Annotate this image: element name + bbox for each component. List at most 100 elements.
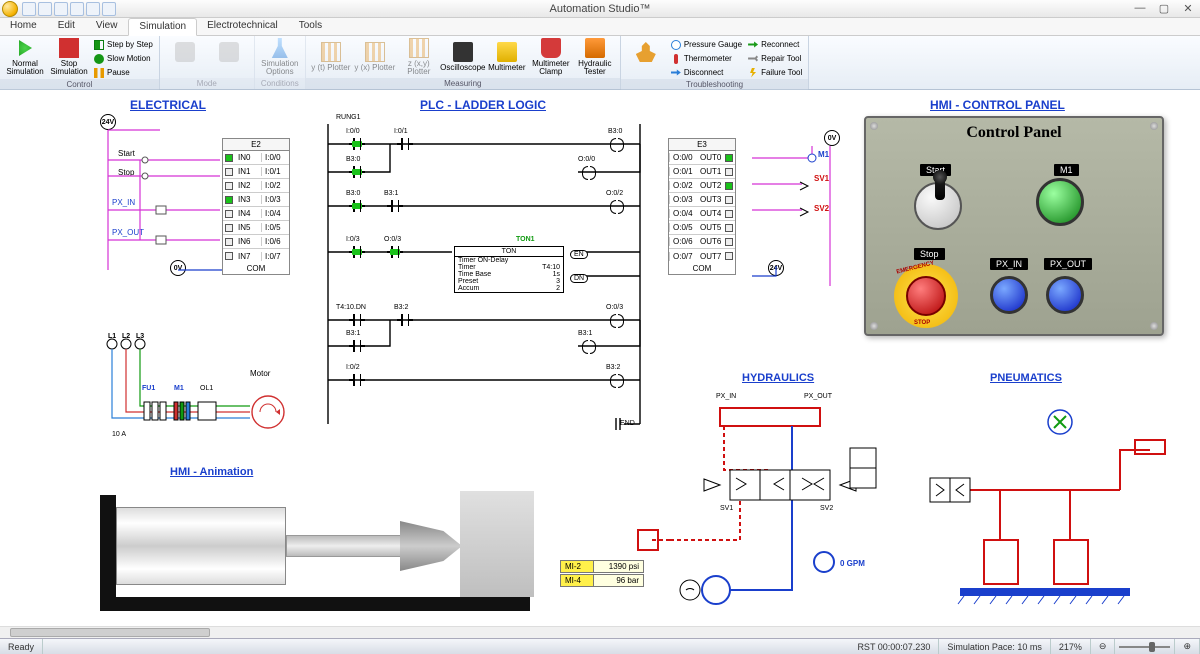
close-button[interactable]: ✕	[1176, 2, 1200, 15]
multimeter-clamp-button[interactable]: Multimeter Clamp	[530, 37, 572, 77]
step-by-step-button[interactable]: Step by Step	[92, 38, 155, 51]
qat-button[interactable]	[70, 2, 84, 16]
io-row[interactable]: IN4I:0/4	[223, 207, 289, 221]
multimeter-button[interactable]: Multimeter	[486, 37, 528, 77]
slow-motion-button[interactable]: Slow Motion	[92, 52, 155, 65]
ladder-coil[interactable]	[582, 340, 596, 352]
io-row[interactable]: IN2I:0/2	[223, 179, 289, 193]
io-row[interactable]: O:0/5OUT5	[669, 221, 735, 235]
troubleshoot-user-button[interactable]	[625, 37, 667, 77]
io-row[interactable]: IN1I:0/1	[223, 165, 289, 179]
minimize-button[interactable]: —	[1128, 2, 1152, 15]
qat-button[interactable]	[38, 2, 52, 16]
maximize-button[interactable]: ▢	[1152, 2, 1176, 15]
ladder-contact[interactable]	[350, 246, 364, 258]
tab-view[interactable]: View	[86, 18, 129, 35]
ladder-coil[interactable]	[582, 166, 596, 178]
ladder-coil[interactable]	[610, 374, 624, 386]
io-row[interactable]: IN5I:0/5	[223, 221, 289, 235]
normal-simulation-button[interactable]: Normal Simulation	[4, 37, 46, 77]
io-addr: O:0/5	[669, 223, 697, 232]
zoom-slider[interactable]	[1115, 639, 1175, 654]
horizontal-scrollbar[interactable]	[0, 626, 1200, 638]
tab-edit[interactable]: Edit	[48, 18, 86, 35]
io-row[interactable]: O:0/6OUT6	[669, 235, 735, 249]
io-row[interactable]: O:0/1OUT1	[669, 165, 735, 179]
ribbon-group-troubleshooting: Pressure Gauge Thermometer Disconnect Re…	[621, 36, 809, 89]
ladder-label: O:0/3	[384, 236, 401, 243]
tab-simulation[interactable]: Simulation	[128, 18, 197, 36]
ladder-contact[interactable]	[350, 166, 364, 178]
hmi-start-toggle[interactable]	[914, 182, 962, 230]
hydraulic-tester-button[interactable]: Hydraulic Tester	[574, 37, 616, 77]
thermometer-button[interactable]: Thermometer	[669, 52, 744, 65]
hmi-lamp-m1	[1036, 178, 1084, 226]
oscilloscope-button[interactable]: Oscilloscope	[442, 37, 484, 77]
io-row[interactable]: IN0I:0/0	[223, 151, 289, 165]
stop-simulation-button[interactable]: Stop Simulation	[48, 37, 90, 77]
pressure-gauge-button[interactable]: Pressure Gauge	[669, 38, 744, 51]
ladder-coil[interactable]	[610, 200, 624, 212]
disconnect-button[interactable]: Disconnect	[669, 66, 744, 79]
io-led-icon	[225, 196, 233, 204]
ladder-label: B3:2	[394, 304, 408, 311]
qat-button[interactable]	[86, 2, 100, 16]
zoom-out-button[interactable]: ⊖	[1091, 639, 1116, 654]
ladder-coil[interactable]	[610, 314, 624, 326]
ladder-contact[interactable]	[388, 200, 402, 212]
svg-text:M1: M1	[174, 385, 184, 392]
ladder-contact[interactable]	[388, 246, 402, 258]
qat-button[interactable]	[54, 2, 68, 16]
qat-button[interactable]	[22, 2, 36, 16]
drawing-canvas[interactable]: ELECTRICAL PLC - LADDER LOGIC HMI - CONT…	[0, 90, 1200, 638]
pause-button[interactable]: Pause	[92, 66, 155, 79]
svg-text:10 A: 10 A	[112, 431, 126, 438]
ladder-ton-block[interactable]: TON Timer ON-Delay TimerT4:10 Time Base1…	[454, 246, 564, 293]
ladder-contact[interactable]	[350, 200, 364, 212]
ladder-contact[interactable]	[350, 374, 364, 386]
io-row[interactable]: O:0/0OUT0	[669, 151, 735, 165]
terminal-0v-icon: 0V	[824, 130, 840, 146]
io-led-icon	[725, 168, 733, 176]
io-card-e3[interactable]: E3 O:0/0OUT0O:0/1OUT1O:0/2OUT2O:0/3OUT3O…	[668, 138, 736, 275]
ladder-label: TON1	[516, 236, 535, 243]
panel-title: Control Panel	[866, 118, 1162, 142]
io-row[interactable]: IN6I:0/6	[223, 235, 289, 249]
status-zoom[interactable]: 217%	[1051, 639, 1091, 654]
ladder-contact[interactable]	[398, 138, 412, 150]
zoom-in-button[interactable]: ⊕	[1175, 639, 1200, 654]
io-label: IN3	[235, 195, 261, 204]
io-row[interactable]: IN7I:0/7	[223, 249, 289, 263]
ladder-contact[interactable]	[398, 314, 412, 326]
ladder-contact[interactable]	[350, 340, 364, 352]
io-label: OUT3	[697, 195, 723, 204]
ladder-coil[interactable]	[610, 138, 624, 150]
reconnect-button[interactable]: Reconnect	[746, 38, 804, 51]
io-led-icon	[725, 224, 733, 232]
screw-icon	[1150, 122, 1158, 130]
io-row[interactable]: O:0/7OUT7	[669, 249, 735, 263]
io-row[interactable]: IN3I:0/3	[223, 193, 289, 207]
ladder-contact[interactable]	[350, 314, 364, 326]
io-card-e2[interactable]: E2 IN0I:0/0IN1I:0/1IN2I:0/2IN3I:0/3IN4I:…	[222, 138, 290, 275]
qat-button[interactable]	[102, 2, 116, 16]
ladder-contact[interactable]	[350, 138, 364, 150]
tab-electrotechnical[interactable]: Electrotechnical	[197, 18, 289, 35]
group-label: Mode	[160, 78, 254, 89]
ladder-label: B3:0	[346, 156, 360, 163]
io-addr: I:0/5	[261, 223, 289, 232]
io-row[interactable]: O:0/2OUT2	[669, 179, 735, 193]
io-led-icon	[225, 168, 233, 176]
repair-tool-button[interactable]: Repair Tool	[746, 52, 804, 65]
tab-home[interactable]: Home	[0, 18, 48, 35]
io-row[interactable]: O:0/3OUT3	[669, 193, 735, 207]
hmi-control-panel[interactable]: Control Panel Start M1 Stop EMERGENCY ST…	[864, 116, 1164, 336]
failure-tool-button[interactable]: Failure Tool	[746, 66, 804, 79]
io-led-icon	[725, 238, 733, 246]
ladder-dn-icon: DN	[570, 274, 588, 283]
io-row[interactable]: O:0/4OUT4	[669, 207, 735, 221]
pneumatics-schematic[interactable]	[920, 390, 1180, 613]
status-sim-pace: Simulation Pace: 10 ms	[939, 639, 1051, 654]
tab-tools[interactable]: Tools	[289, 18, 333, 35]
section-heading-hydraulics: HYDRAULICS	[742, 372, 814, 384]
